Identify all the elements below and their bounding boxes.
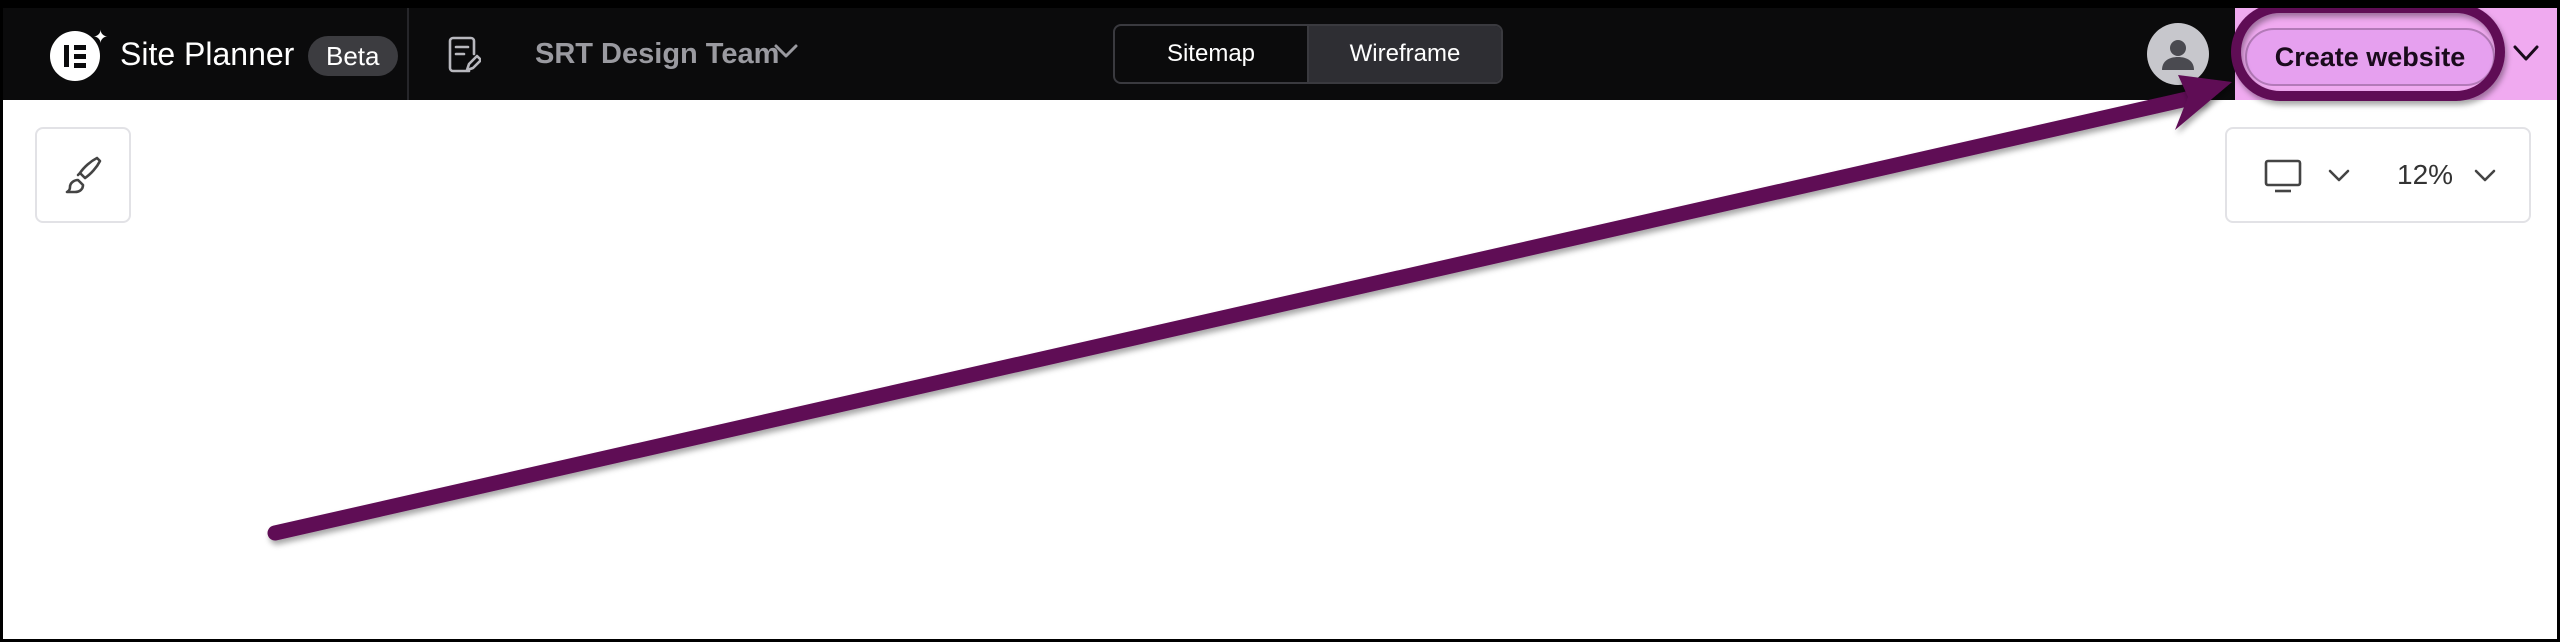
document-edit-icon[interactable] [447, 36, 483, 79]
zoom-panel: 12% [2225, 127, 2531, 223]
tab-wireframe[interactable]: Wireframe [1307, 26, 1501, 82]
chevron-down-icon[interactable] [2511, 42, 2541, 69]
beta-badge: Beta [308, 36, 398, 76]
tab-sitemap[interactable]: Sitemap [1115, 26, 1307, 82]
create-website-button[interactable]: Create website [2245, 28, 2495, 86]
top-bar: ✦ Site Planner Beta SRT Design Team Site… [3, 8, 2557, 100]
chevron-down-icon[interactable] [2473, 167, 2497, 190]
divider [407, 8, 409, 100]
app-title: Site Planner [120, 36, 295, 72]
sparkle-icon: ✦ [93, 27, 109, 47]
chevron-down-icon[interactable] [773, 41, 799, 66]
chevron-down-icon[interactable] [2327, 167, 2351, 190]
zoom-level[interactable]: 12% [2397, 157, 2453, 193]
brush-icon [65, 156, 102, 194]
team-selector[interactable]: SRT Design Team [535, 32, 779, 76]
view-toggle: Sitemap Wireframe [1113, 24, 1503, 84]
user-avatar-icon[interactable] [2147, 23, 2209, 85]
brush-button[interactable] [35, 127, 131, 223]
desktop-icon[interactable] [2263, 159, 2303, 198]
